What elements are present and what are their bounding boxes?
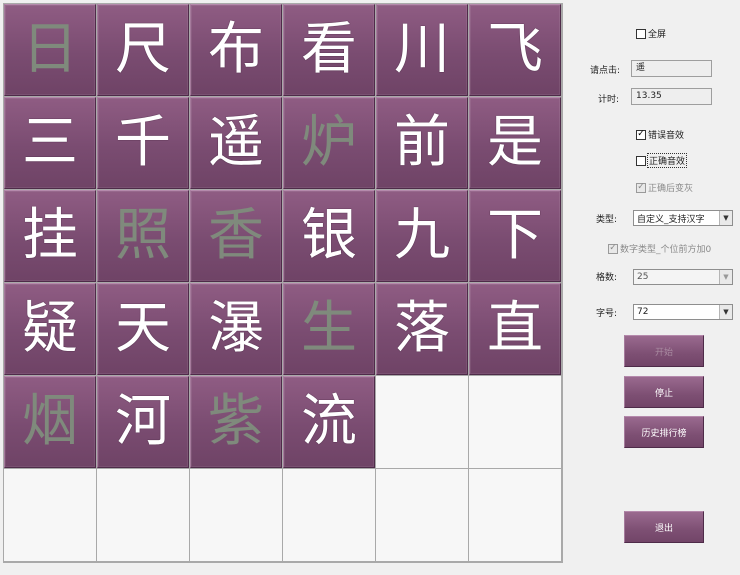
chevron-down-icon[interactable]: ▼ (719, 305, 732, 319)
cell-count-label: 格数: (596, 273, 618, 283)
timer-label: 计时: (598, 95, 620, 105)
history-ranking-button[interactable]: 历史排行榜 (624, 416, 704, 448)
grid-tile[interactable]: 银 (283, 190, 375, 282)
grid-tile[interactable]: 遥 (190, 97, 282, 189)
grid-tile[interactable]: 九 (376, 190, 468, 282)
grid-tile[interactable]: 河 (97, 376, 189, 468)
grid-cell-empty[interactable] (190, 469, 282, 561)
correct-sound-box[interactable] (636, 155, 646, 166)
grid-tile[interactable]: 布 (190, 4, 282, 96)
character-grid: 日尺布看川飞三千遥炉前是挂照香银九下疑天瀑生落直烟河紫流 (3, 3, 563, 563)
grid-tile[interactable]: 紫 (190, 376, 282, 468)
grid-tile[interactable]: 看 (283, 4, 375, 96)
grid-tile[interactable]: 流 (283, 376, 375, 468)
grid-tile[interactable]: 天 (97, 283, 189, 375)
gray-after-correct-label: 正确后变灰 (648, 184, 694, 194)
correct-sound-checkbox[interactable]: 正确音效 (636, 153, 688, 168)
grid-cell-empty[interactable] (469, 469, 561, 561)
grid-cell-empty[interactable] (469, 376, 561, 468)
grid-tile[interactable]: 是 (469, 97, 561, 189)
font-size-select[interactable]: 72 ▼ (633, 304, 733, 320)
fullscreen-label: 全屏 (648, 30, 667, 40)
chevron-down-icon[interactable]: ▼ (719, 211, 732, 225)
click-prompt-field: 遥 (631, 60, 712, 77)
digit-pad-box: ✓ (608, 243, 618, 254)
type-select-value: 自定义_支持汉字 (637, 214, 705, 225)
chevron-down-icon: ▼ (719, 270, 732, 284)
grid-tile[interactable]: 直 (469, 283, 561, 375)
grid-cell-empty[interactable] (283, 469, 375, 561)
grid-tile[interactable]: 香 (190, 190, 282, 282)
digit-pad-checkbox: ✓ 数字类型_个位前方加0 (608, 242, 711, 255)
stop-button[interactable]: 停止 (624, 376, 704, 408)
grid-tile[interactable]: 川 (376, 4, 468, 96)
grid-tile[interactable]: 疑 (4, 283, 96, 375)
click-prompt-label: 请点击: (590, 66, 621, 76)
error-sound-box[interactable]: ✓ (636, 129, 646, 140)
font-size-label: 字号: (596, 309, 618, 319)
start-button[interactable]: 开始 (624, 335, 704, 367)
grid-tile[interactable]: 尺 (97, 4, 189, 96)
grid-tile[interactable]: 炉 (283, 97, 375, 189)
type-select[interactable]: 自定义_支持汉字 ▼ (633, 210, 733, 226)
grid-tile[interactable]: 前 (376, 97, 468, 189)
exit-button[interactable]: 退出 (624, 511, 704, 543)
grid-tile[interactable]: 三 (4, 97, 96, 189)
grid-tile[interactable]: 日 (4, 4, 96, 96)
grid-tile[interactable]: 生 (283, 283, 375, 375)
error-sound-checkbox[interactable]: ✓ 错误音效 (636, 128, 684, 141)
cell-count-value: 25 (637, 272, 649, 282)
gray-after-correct-checkbox: ✓ 正确后变灰 (636, 181, 693, 194)
grid-tile[interactable]: 落 (376, 283, 468, 375)
fullscreen-box[interactable] (636, 28, 646, 39)
error-sound-label: 错误音效 (648, 131, 685, 141)
grid-tile[interactable]: 瀑 (190, 283, 282, 375)
correct-sound-label: 正确音效 (646, 153, 688, 168)
type-label: 类型: (596, 215, 618, 225)
grid-tile[interactable]: 千 (97, 97, 189, 189)
grid-cell-empty[interactable] (4, 469, 96, 561)
font-size-value: 72 (637, 307, 649, 317)
grid-tile[interactable]: 烟 (4, 376, 96, 468)
grid-tile[interactable]: 下 (469, 190, 561, 282)
grid-cell-empty[interactable] (376, 376, 468, 468)
grid-tile[interactable]: 挂 (4, 190, 96, 282)
digit-pad-label: 数字类型_个位前方加0 (620, 245, 712, 255)
timer-field: 13.35 (631, 88, 712, 105)
gray-after-correct-box: ✓ (636, 182, 646, 193)
grid-cell-empty[interactable] (376, 469, 468, 561)
grid-cell-empty[interactable] (97, 469, 189, 561)
grid-tile[interactable]: 飞 (469, 4, 561, 96)
grid-tile[interactable]: 照 (97, 190, 189, 282)
fullscreen-checkbox[interactable]: 全屏 (636, 27, 666, 40)
cell-count-select: 25 ▼ (633, 269, 733, 285)
